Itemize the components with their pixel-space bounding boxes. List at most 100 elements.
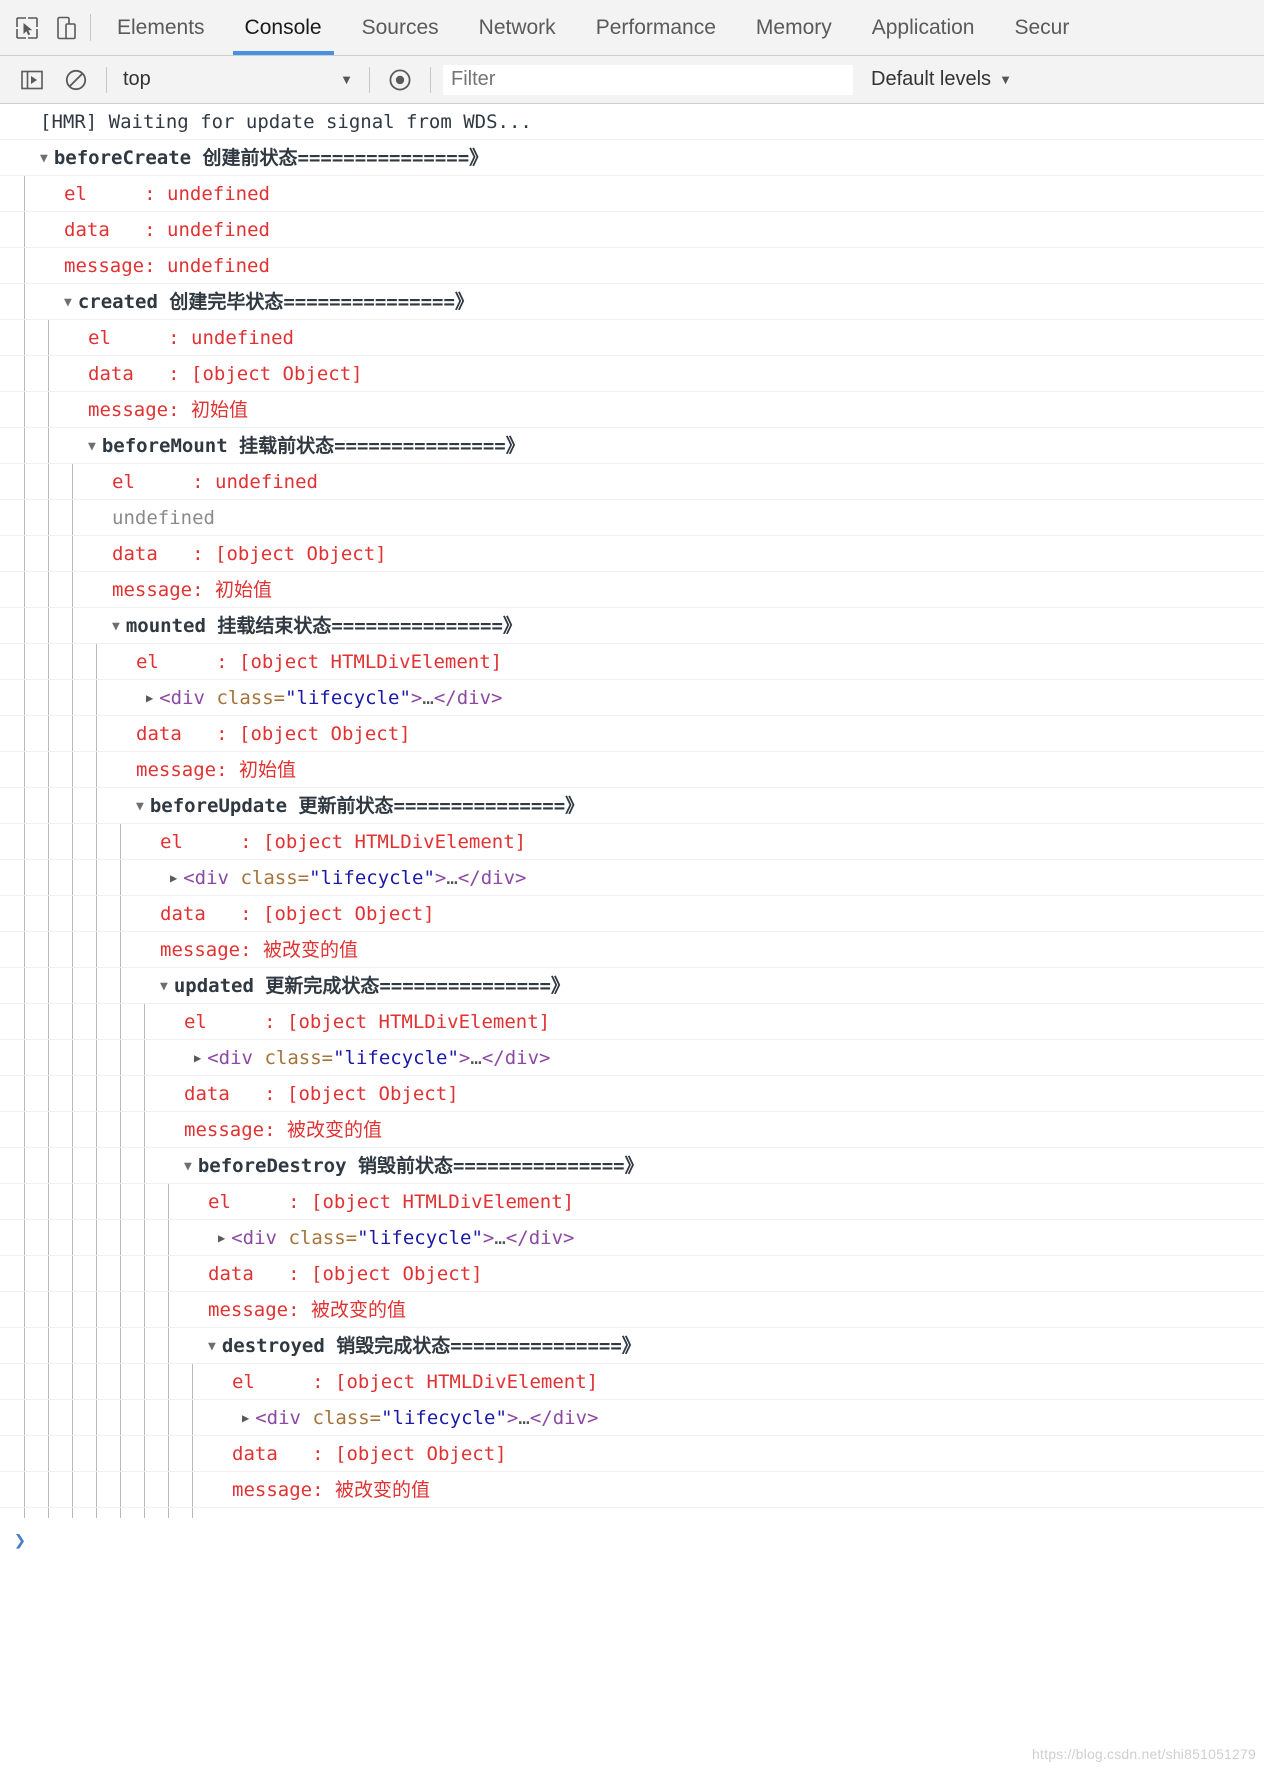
- dom-close-tag: </div>: [481, 1047, 551, 1069]
- expand-arrow-icon[interactable]: ▼: [40, 141, 48, 175]
- live-expression-icon[interactable]: [386, 66, 414, 94]
- tab-label: Memory: [755, 15, 832, 39]
- console-log-row-hmr: [HMR] Waiting for update signal from WDS…: [0, 104, 1264, 140]
- tab-application[interactable]: Application: [852, 0, 995, 55]
- group-guide-line: [48, 356, 49, 391]
- inspect-element-icon[interactable]: [14, 15, 40, 41]
- log-entry-key: data: [112, 543, 158, 565]
- tab-label: Network: [478, 15, 556, 39]
- expand-arrow-icon[interactable]: ▶: [194, 1040, 201, 1075]
- expand-arrow-icon[interactable]: ▼: [64, 285, 72, 319]
- dom-attribute-name: class=: [240, 867, 310, 889]
- tab-memory[interactable]: Memory: [736, 0, 852, 55]
- expand-arrow-icon[interactable]: ▼: [136, 789, 144, 823]
- console-log-row-entry: message: 被改变的值: [0, 1472, 1264, 1508]
- group-guide-line: [96, 1040, 97, 1075]
- log-group-header[interactable]: ▼ beforeCreate 创建前状态===============》: [40, 140, 488, 175]
- log-entry-key: message: [232, 1479, 313, 1501]
- lifecycle-hook-name: destroyed: [221, 1335, 325, 1357]
- console-log-row-entry: el : [object HTMLDivElement]: [0, 1004, 1264, 1040]
- tab-security[interactable]: Secur: [994, 0, 1089, 55]
- expand-arrow-icon[interactable]: ▼: [88, 429, 96, 463]
- toolbar-divider: [106, 66, 107, 93]
- filter-input[interactable]: [443, 64, 853, 95]
- clear-console-icon[interactable]: [62, 66, 90, 94]
- dom-open-tag: <div: [207, 1047, 265, 1069]
- group-guide-line: [72, 1076, 73, 1111]
- group-guide-line: [24, 1364, 25, 1399]
- log-entry-value: [object Object]: [311, 1263, 483, 1285]
- tab-sources[interactable]: Sources: [342, 0, 459, 55]
- group-guide-line: [48, 680, 49, 715]
- group-guide-line: [48, 572, 49, 607]
- log-group-header[interactable]: ▼ beforeMount 挂载前状态===============》: [88, 428, 525, 463]
- log-entry-dom-node[interactable]: ▶ <div class="lifecycle">…</div>: [218, 1220, 574, 1255]
- group-guide-line: [144, 1256, 145, 1291]
- console-log-row-entry: message: 初始值: [0, 572, 1264, 608]
- group-guide-line: [24, 356, 25, 391]
- chevron-down-icon: ▼: [340, 72, 353, 87]
- log-group-header[interactable]: ▼ created 创建完毕状态===============》: [64, 284, 474, 319]
- group-guide-line: [48, 1148, 49, 1183]
- log-entry-value: [object Object]: [215, 543, 387, 565]
- console-log-guide-tail: [0, 1508, 1264, 1518]
- execution-context-icon[interactable]: [18, 66, 46, 94]
- log-entry-key: el: [64, 183, 87, 205]
- tab-performance[interactable]: Performance: [576, 0, 736, 55]
- dom-attribute-value: "lifecycle": [357, 1227, 483, 1249]
- device-toolbar-icon[interactable]: [54, 15, 80, 41]
- log-entry-colon: :: [264, 1011, 276, 1033]
- log-group-header[interactable]: ▼ updated 更新完成状态===============》: [160, 968, 570, 1003]
- log-entry-key: el: [112, 471, 135, 493]
- expand-arrow-icon[interactable]: ▼: [160, 969, 168, 1003]
- log-entry-colon: :: [240, 903, 252, 925]
- group-guide-line: [144, 1112, 145, 1147]
- console-prompt-row[interactable]: ❯: [0, 1518, 1264, 1562]
- expand-arrow-icon[interactable]: ▼: [208, 1329, 216, 1363]
- group-guide-line: [120, 1112, 121, 1147]
- expand-arrow-icon[interactable]: ▼: [184, 1149, 192, 1183]
- log-group-header[interactable]: ▼ destroyed 销毁完成状态===============》: [208, 1328, 641, 1363]
- console-log-row-entry: el : undefined: [0, 320, 1264, 356]
- log-entry-keyvalue: el : undefined: [112, 464, 318, 499]
- log-entry-colon: :: [288, 1263, 300, 1285]
- log-levels-select[interactable]: Default levels ▼: [871, 68, 1012, 91]
- log-entry-dom-node[interactable]: ▶ <div class="lifecycle">…</div>: [242, 1400, 598, 1435]
- log-group-header[interactable]: ▼ mounted 挂载结束状态===============》: [112, 608, 522, 643]
- group-guide-line: [48, 1328, 49, 1363]
- console-log-row-entry: el : [object HTMLDivElement]: [0, 1184, 1264, 1220]
- log-entry-key: el: [184, 1011, 207, 1033]
- log-entry-keyvalue: el : [object HTMLDivElement]: [208, 1184, 574, 1219]
- tab-console[interactable]: Console: [225, 0, 342, 55]
- expand-arrow-icon[interactable]: ▶: [218, 1220, 225, 1255]
- group-guide-line: [96, 644, 97, 679]
- log-entry-dom-node[interactable]: ▶ <div class="lifecycle">…</div>: [146, 680, 502, 715]
- log-entry-dom-node[interactable]: ▶ <div class="lifecycle">…</div>: [194, 1040, 551, 1075]
- devtools-tool-icons: [0, 0, 90, 55]
- group-guide-line: [24, 428, 25, 463]
- lifecycle-hook-label: 销毁前状态===============》: [346, 1155, 644, 1177]
- console-log-area[interactable]: [HMR] Waiting for update signal from WDS…: [0, 104, 1264, 1518]
- tab-elements[interactable]: Elements: [97, 0, 225, 55]
- expand-arrow-icon[interactable]: ▶: [170, 860, 177, 895]
- group-guide-line: [24, 536, 25, 571]
- log-group-header[interactable]: ▼ beforeDestroy 销毁前状态===============》: [184, 1148, 644, 1183]
- log-entry-key: data: [136, 723, 182, 745]
- console-log-row-entry: message: 被改变的值: [0, 932, 1264, 968]
- expand-arrow-icon[interactable]: ▼: [112, 609, 120, 643]
- log-group-header[interactable]: ▼ beforeUpdate 更新前状态===============》: [136, 788, 584, 823]
- log-entry-dom-node[interactable]: ▶ <div class="lifecycle">…</div>: [170, 860, 526, 895]
- execution-context-select[interactable]: top ▼: [115, 68, 361, 91]
- console-log-row-entry: undefined: [0, 500, 1264, 536]
- log-entry-colon: :: [240, 939, 252, 961]
- log-entry-keyvalue: el : [object HTMLDivElement]: [232, 1364, 598, 1399]
- log-entry-colon: :: [288, 1299, 300, 1321]
- log-entry-value: [object HTMLDivElement]: [263, 831, 527, 853]
- dom-open-tag: <div: [255, 1407, 313, 1429]
- log-entry-keyvalue: data : [object Object]: [184, 1076, 459, 1111]
- expand-arrow-icon[interactable]: ▶: [146, 680, 153, 715]
- group-guide-line: [24, 752, 25, 787]
- expand-arrow-icon[interactable]: ▶: [242, 1400, 249, 1435]
- toolbar-divider: [369, 66, 370, 93]
- tab-network[interactable]: Network: [459, 0, 576, 55]
